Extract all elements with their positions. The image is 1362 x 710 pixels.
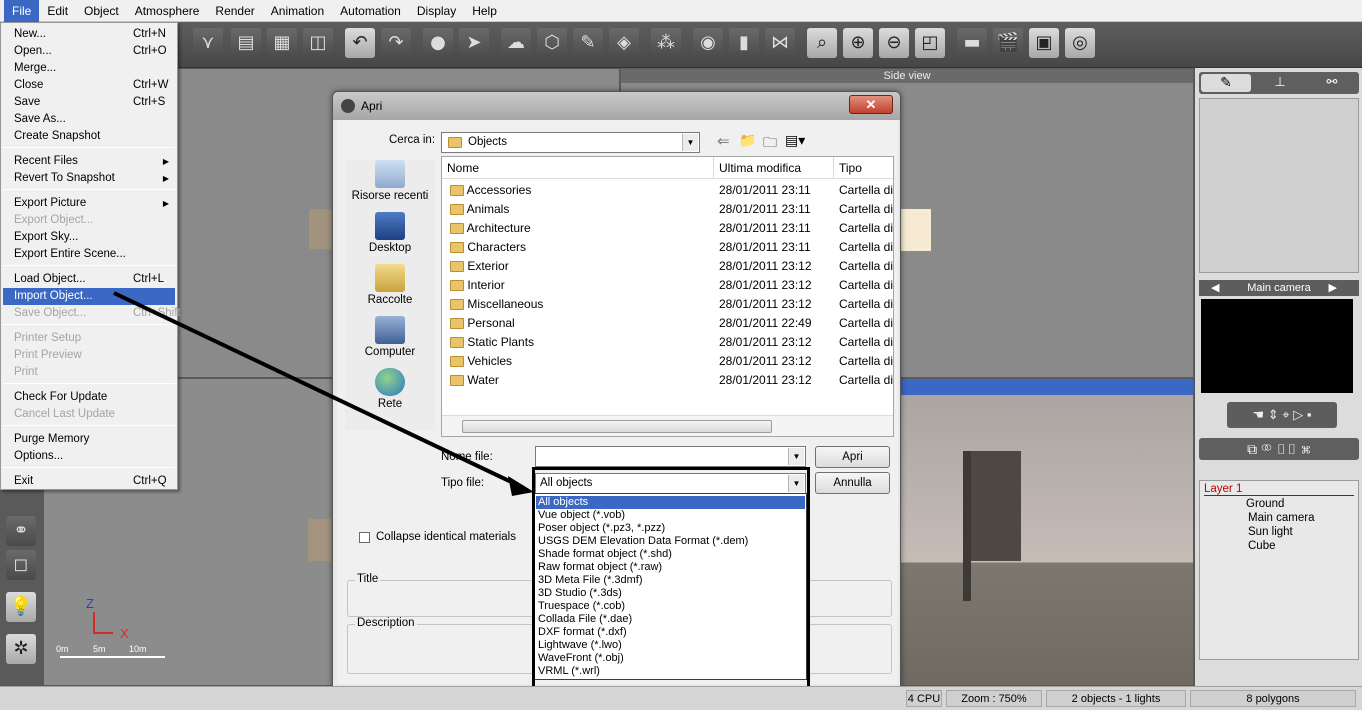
zoom-status: Zoom : 750% (946, 690, 1042, 707)
polygons-status: 8 polygons (1190, 690, 1356, 707)
cpu-status: 4 CPU (906, 690, 942, 707)
status-bar: 4 CPU Zoom : 750% 2 objects - 1 lights 8… (0, 686, 1362, 710)
objects-status: 2 objects - 1 lights (1046, 690, 1186, 707)
annotation-arrow (113, 291, 534, 496)
